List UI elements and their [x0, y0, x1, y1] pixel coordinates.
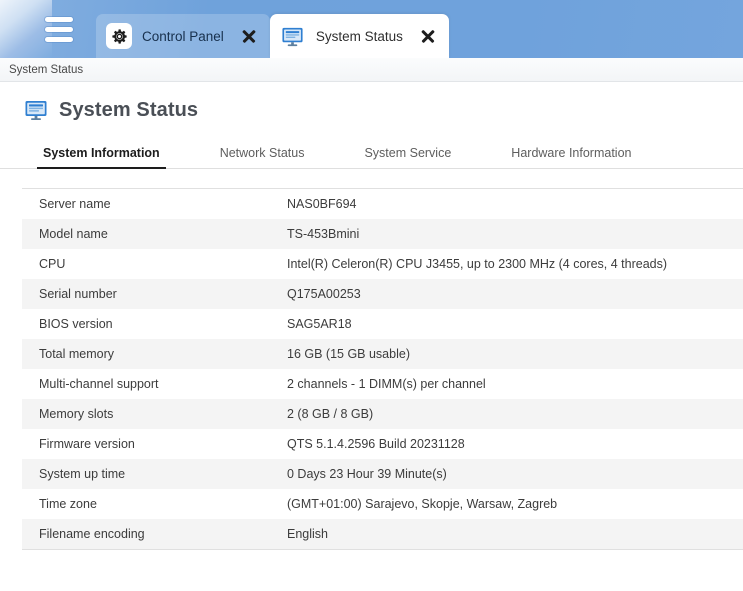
table-row: Total memory 16 GB (15 GB usable) [22, 339, 743, 369]
monitor-icon [24, 98, 48, 122]
tab-system-information[interactable]: System Information [37, 146, 166, 169]
table-row: Model name TS-453Bmini [22, 219, 743, 249]
row-label: Firmware version [39, 437, 135, 451]
table-row: CPU Intel(R) Celeron(R) CPU J3455, up to… [22, 249, 743, 279]
row-label: BIOS version [39, 317, 113, 331]
window-tabstrip: Control Panel System Status [96, 0, 449, 58]
system-information-panel: Server name NAS0BF694 Model name TS-453B… [22, 188, 743, 550]
system-information-table: Server name NAS0BF694 Model name TS-453B… [22, 189, 743, 549]
table-row: Memory slots 2 (8 GB / 8 GB) [22, 399, 743, 429]
tab-bar: System Information Network Status System… [0, 138, 743, 169]
row-value: QTS 5.1.4.2596 Build 20231128 [287, 437, 465, 451]
row-label: System up time [39, 467, 126, 481]
window-tab-label: System Status [315, 28, 403, 44]
window-tab-system-status[interactable]: System Status [269, 14, 449, 58]
hamburger-bar [45, 36, 73, 42]
window-tab-control-panel[interactable]: Control Panel [96, 14, 270, 58]
tab-network-status[interactable]: Network Status [218, 146, 307, 168]
row-value: TS-453Bmini [287, 227, 360, 241]
row-value: Intel(R) Celeron(R) CPU J3455, up to 230… [287, 257, 668, 271]
row-value: SAG5AR18 [287, 317, 352, 331]
hamburger-menu-icon[interactable] [32, 0, 86, 58]
breadcrumb-text: System Status [9, 63, 84, 76]
row-label: CPU [39, 257, 66, 271]
table-row: Serial number Q175A00253 [22, 279, 743, 309]
close-icon[interactable] [419, 27, 437, 45]
page-header: System Status [0, 82, 743, 138]
tab-system-service[interactable]: System Service [362, 146, 453, 168]
row-label: Multi-channel support [39, 377, 159, 391]
table-row: Server name NAS0BF694 [22, 189, 743, 219]
table-row: BIOS version SAG5AR18 [22, 309, 743, 339]
row-label: Memory slots [39, 407, 114, 421]
row-label: Server name [39, 197, 111, 211]
breadcrumb: System Status [0, 58, 743, 82]
row-label: Total memory [39, 347, 115, 361]
monitor-icon [280, 23, 306, 49]
window-topbar: Control Panel System Status [0, 0, 743, 58]
row-value: 2 (8 GB / 8 GB) [287, 407, 374, 421]
table-row: System up time 0 Days 23 Hour 39 Minute(… [22, 459, 743, 489]
row-label: Filename encoding [39, 527, 145, 541]
row-value: English [287, 527, 328, 541]
row-value: 16 GB (15 GB usable) [287, 347, 410, 361]
gear-icon [106, 23, 132, 49]
table-row: Time zone (GMT+01:00) Sarajevo, Skopje, … [22, 489, 743, 519]
row-value: Q175A00253 [287, 287, 361, 301]
page-title: System Status [59, 98, 199, 121]
row-label: Time zone [39, 497, 97, 511]
table-row: Multi-channel support 2 channels - 1 DIM… [22, 369, 743, 399]
row-value: 0 Days 23 Hour 39 Minute(s) [287, 467, 447, 481]
row-value: 2 channels - 1 DIMM(s) per channel [287, 377, 486, 391]
hamburger-bar [45, 16, 73, 22]
row-value: (GMT+01:00) Sarajevo, Skopje, Warsaw, Za… [287, 497, 558, 511]
row-value: NAS0BF694 [287, 197, 357, 211]
row-label: Model name [39, 227, 108, 241]
table-row: Firmware version QTS 5.1.4.2596 Build 20… [22, 429, 743, 459]
tab-hardware-information[interactable]: Hardware Information [509, 146, 633, 168]
hamburger-bar [45, 26, 73, 32]
window-tab-label: Control Panel [142, 28, 224, 44]
close-icon[interactable] [240, 27, 258, 45]
table-row: Filename encoding English [22, 519, 743, 549]
row-label: Serial number [39, 287, 117, 301]
